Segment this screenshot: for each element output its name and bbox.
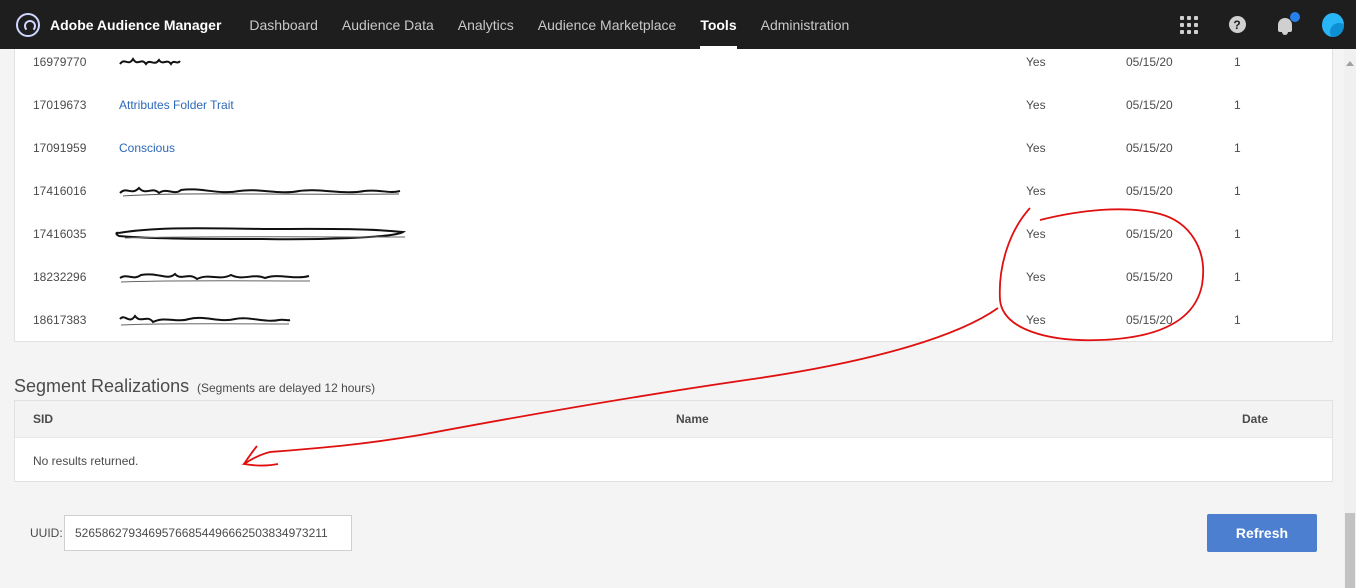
realized-date: 05/15/20 xyxy=(1126,140,1173,155)
realized-flag: Yes xyxy=(1026,183,1046,198)
realized-count: 1 xyxy=(1234,183,1241,198)
trait-id: 17416035 xyxy=(33,226,87,241)
realized-count: 1 xyxy=(1234,97,1241,112)
table-row: 18617383 Yes 05/15/20 1 xyxy=(15,298,1332,341)
realized-count: 1 xyxy=(1234,312,1241,327)
redaction-scribble xyxy=(115,226,407,240)
redaction-scribble xyxy=(119,313,291,325)
realized-date: 05/15/20 xyxy=(1126,97,1173,112)
table-header: SID Name Date xyxy=(15,401,1332,438)
table-row: 17416035 Yes 05/15/20 1 xyxy=(15,212,1332,255)
table-row: 16979770 Yes 05/15/20 1 xyxy=(15,40,1332,83)
trait-id: 18232296 xyxy=(33,269,87,284)
trait-id: 18617383 xyxy=(33,312,87,327)
realized-date: 05/15/20 xyxy=(1126,269,1173,284)
realized-count: 1 xyxy=(1234,269,1241,284)
scroll-up-arrow-icon[interactable] xyxy=(1346,61,1354,66)
scroll-thumb[interactable] xyxy=(1345,513,1355,588)
notification-badge xyxy=(1290,11,1300,22)
trait-id: 17019673 xyxy=(33,97,87,112)
realized-flag: Yes xyxy=(1026,140,1046,155)
redaction-scribble xyxy=(119,186,401,196)
segment-delay-note: (Segments are delayed 12 hours) xyxy=(197,381,376,395)
realized-date: 05/15/20 xyxy=(1126,54,1173,69)
empty-results-message: No results returned. xyxy=(33,454,139,468)
column-header-sid[interactable]: SID xyxy=(33,412,53,426)
app-title[interactable]: Adobe Audience Manager xyxy=(50,17,221,33)
realized-flag: Yes xyxy=(1026,54,1046,69)
trait-name-link[interactable]: Conscious xyxy=(119,141,175,155)
realized-flag: Yes xyxy=(1026,226,1046,241)
uuid-input[interactable] xyxy=(64,515,352,551)
redaction-scribble xyxy=(119,56,181,66)
column-header-date[interactable]: Date xyxy=(1242,412,1268,426)
realized-date: 05/15/20 xyxy=(1126,226,1173,241)
trait-id: 16979770 xyxy=(33,54,87,69)
realized-date: 05/15/20 xyxy=(1126,312,1173,327)
realized-flag: Yes xyxy=(1026,269,1046,284)
redaction-scribble xyxy=(119,272,311,282)
page-scrollbar[interactable] xyxy=(1344,49,1356,588)
realized-date: 05/15/20 xyxy=(1126,183,1173,198)
refresh-button[interactable]: Refresh xyxy=(1207,514,1317,552)
realized-count: 1 xyxy=(1234,54,1241,69)
audience-manager-logo-icon[interactable] xyxy=(16,12,40,37)
uuid-label: UUID: xyxy=(30,526,63,540)
segment-realizations-table: SID Name Date No results returned. xyxy=(14,400,1333,482)
trait-realizations-table: 16979770 Yes 05/15/20 1 17019673 Attribu… xyxy=(14,49,1333,342)
table-row: 18232296 Yes 05/15/20 1 xyxy=(15,255,1332,298)
help-icon[interactable]: ? xyxy=(1226,14,1248,36)
apps-grid-icon[interactable] xyxy=(1178,14,1200,36)
notification-bell-icon[interactable] xyxy=(1274,11,1300,36)
table-row: 17019673 Attributes Folder Trait Yes 05/… xyxy=(15,83,1332,126)
realized-flag: Yes xyxy=(1026,97,1046,112)
table-row: 17416016 Yes 05/15/20 1 xyxy=(15,169,1332,212)
realized-count: 1 xyxy=(1234,226,1241,241)
user-avatar[interactable] xyxy=(1322,12,1344,37)
trait-id: 17091959 xyxy=(33,140,87,155)
trait-name-link[interactable]: Attributes Folder Trait xyxy=(119,98,234,112)
segment-realizations-title: Segment Realizations xyxy=(14,376,190,396)
realized-flag: Yes xyxy=(1026,312,1046,327)
table-row: 17091959 Conscious Yes 05/15/20 1 xyxy=(15,126,1332,169)
trait-id: 17416016 xyxy=(33,183,87,198)
realized-count: 1 xyxy=(1234,140,1241,155)
column-header-name[interactable]: Name xyxy=(676,412,709,426)
